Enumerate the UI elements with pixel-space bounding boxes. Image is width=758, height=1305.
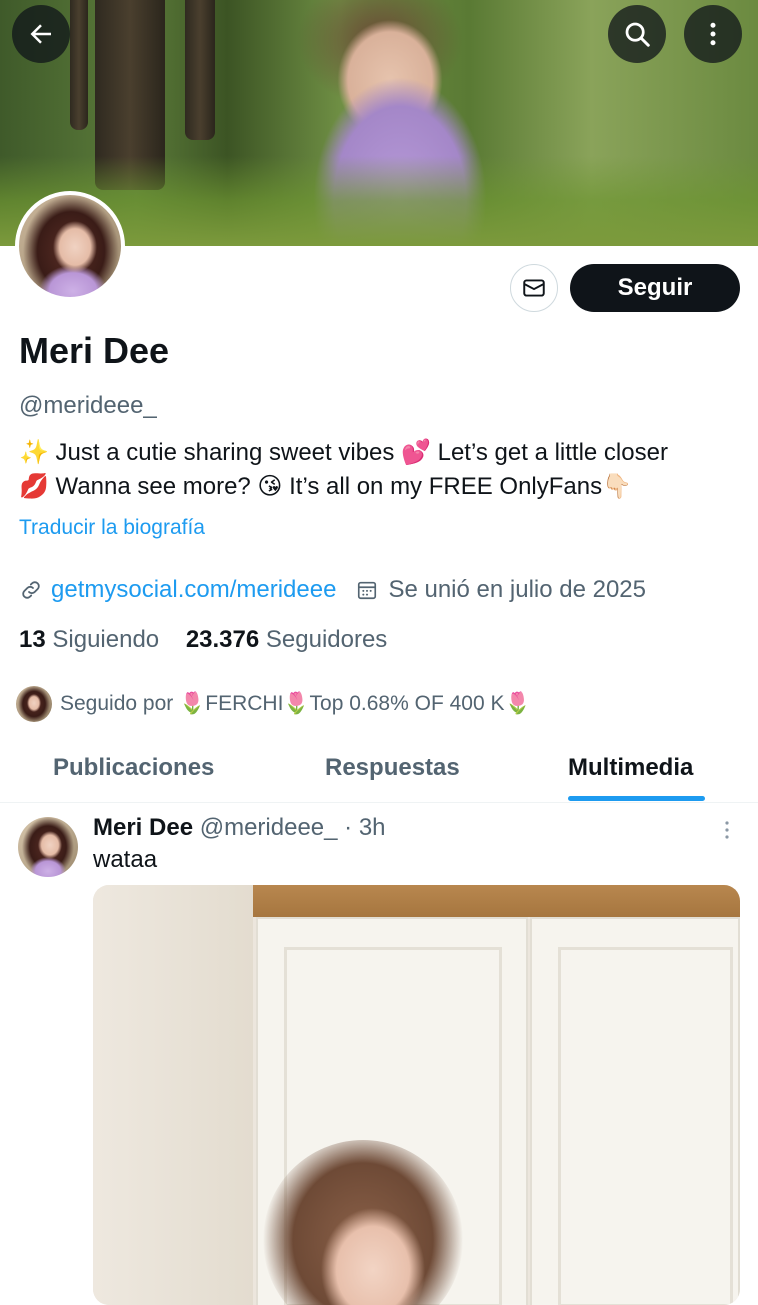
media-cabinet-door bbox=[530, 917, 740, 1305]
arrow-left-icon bbox=[30, 24, 51, 44]
post-author-handle: @merideee_ bbox=[199, 814, 338, 841]
profile-name: Meri Dee bbox=[19, 330, 170, 371]
media-wall bbox=[93, 885, 253, 1305]
tab-publicaciones[interactable]: Publicaciones bbox=[53, 754, 214, 782]
followers-count: 23.376 bbox=[185, 626, 260, 653]
profile-tabs: Publicaciones Respuestas Multimedia bbox=[0, 740, 758, 803]
profile-bio: ✨ Just a cutie sharing sweet vibes 💕 Let… bbox=[19, 436, 739, 504]
joined-date: Se unió en julio de 2025 bbox=[388, 576, 646, 603]
profile-meta: getmysocial.com/merideee Se unió en juli… bbox=[19, 576, 646, 604]
search-button[interactable] bbox=[608, 5, 666, 63]
more-vertical-icon bbox=[725, 821, 729, 839]
bio-line: 💋 Wanna see more? 😘 It’s all on my FREE … bbox=[19, 473, 632, 500]
profile-stats: 13 Siguiendo 23.376 Seguidores bbox=[19, 626, 387, 654]
mail-icon bbox=[523, 279, 545, 297]
profile-avatar[interactable] bbox=[15, 191, 125, 301]
search-icon bbox=[625, 22, 650, 47]
link-icon bbox=[22, 581, 40, 599]
post-author-avatar[interactable] bbox=[18, 817, 78, 877]
following-label: Siguiendo bbox=[52, 626, 160, 653]
following-stat[interactable]: 13 Siguiendo bbox=[19, 626, 166, 653]
profile-handle: @merideee_ bbox=[19, 392, 157, 419]
post-text: wataa bbox=[93, 846, 158, 873]
post-header: Meri Dee @merideee_ · 3h bbox=[93, 814, 386, 842]
translate-bio-link[interactable]: Traducir la biografía bbox=[19, 516, 205, 540]
followers-stat[interactable]: 23.376 Seguidores bbox=[186, 626, 388, 653]
post-media[interactable] bbox=[93, 885, 740, 1305]
more-options-button[interactable] bbox=[684, 5, 742, 63]
followers-label: Seguidores bbox=[265, 626, 388, 653]
bio-line: ✨ Just a cutie sharing sweet vibes 💕 Let… bbox=[19, 439, 668, 466]
banner-tree bbox=[70, 0, 88, 130]
more-vertical-icon bbox=[710, 22, 716, 46]
banner-tree bbox=[185, 0, 215, 140]
message-button[interactable] bbox=[510, 264, 558, 312]
media-door-panel bbox=[558, 947, 733, 1305]
tab-respuestas[interactable]: Respuestas bbox=[325, 754, 460, 782]
tab-multimedia[interactable]: Multimedia bbox=[568, 754, 693, 782]
follower-avatar bbox=[16, 686, 52, 722]
profile-link[interactable]: getmysocial.com/merideee bbox=[51, 576, 336, 604]
calendar-icon bbox=[358, 581, 377, 600]
media-shelf bbox=[253, 885, 740, 917]
followed-by-row[interactable]: Seguido por 🌷FERCHI🌷Top 0.68% OF 400 K🌷 bbox=[16, 686, 531, 722]
active-tab-indicator bbox=[568, 796, 705, 801]
back-button[interactable] bbox=[12, 5, 70, 63]
following-count: 13 bbox=[19, 626, 46, 653]
follow-button[interactable]: Seguir bbox=[570, 264, 740, 312]
post-author-name[interactable]: Meri Dee bbox=[93, 814, 193, 841]
post-time: · 3h bbox=[344, 814, 386, 841]
followed-by-text: Seguido por 🌷FERCHI🌷Top 0.68% OF 400 K🌷 bbox=[60, 692, 531, 715]
post-more-button[interactable] bbox=[715, 818, 739, 842]
